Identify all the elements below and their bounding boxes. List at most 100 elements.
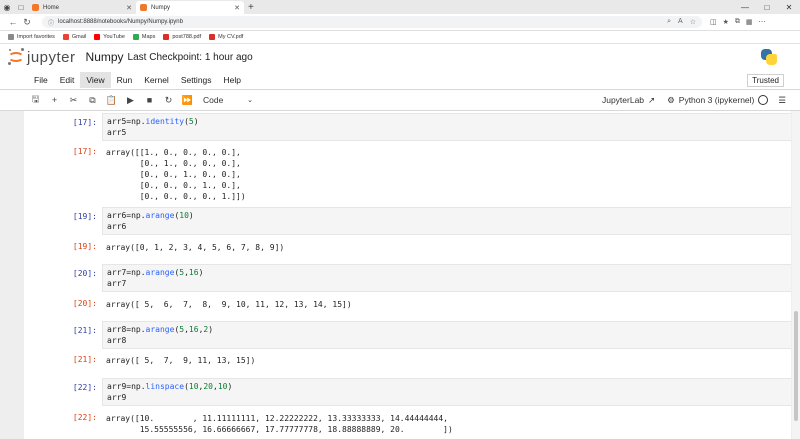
reload-icon[interactable]: ↻: [20, 17, 34, 28]
scrollbar-thumb[interactable]: [794, 311, 798, 421]
code-line: arr7=np.arange(5,16): [107, 268, 204, 277]
menu-lines-icon[interactable]: ☰: [778, 95, 786, 106]
code-input[interactable]: arr6=np.arange(10) arr6: [102, 207, 791, 235]
gear-icon[interactable]: ⚙: [667, 95, 675, 106]
read-aloud-icon[interactable]: A: [678, 18, 683, 26]
fast-forward-icon[interactable]: ⏩: [178, 95, 197, 106]
tab-actions-icon[interactable]: □: [14, 0, 28, 14]
menu-edit[interactable]: Edit: [54, 72, 81, 88]
output-text: array([ 5, 7, 9, 11, 13, 15]): [106, 355, 255, 366]
restart-icon[interactable]: ↻: [159, 95, 178, 106]
address-bar-row: ← ↻ ⓘ localhost:8888/notebooks/Numpy/Num…: [0, 14, 800, 31]
close-window-icon[interactable]: ✕: [778, 3, 800, 12]
add-cell-icon[interactable]: +: [45, 95, 64, 105]
gmail-icon: [62, 34, 69, 40]
jupyter-header: jupyter Numpy Last Checkpoint: 1 hour ag…: [0, 44, 800, 70]
cell-type-select[interactable]: Code ⌄: [203, 95, 253, 105]
youtube-icon: [94, 34, 101, 40]
output-text: array([10. , 11.11111111, 12.22222222, 1…: [106, 413, 453, 435]
tab-title: Home: [43, 4, 60, 11]
favorites-icon[interactable]: ★: [723, 18, 729, 26]
notebook-area: [17]: arr5=np.identity(5) arr5 [17]: arr…: [0, 111, 800, 439]
zoom-icon[interactable]: ⌕: [667, 18, 671, 26]
maximize-icon[interactable]: □: [756, 3, 778, 12]
output-text: array([ 5, 6, 7, 8, 9, 10, 11, 12, 13, 1…: [106, 299, 352, 310]
menu-view[interactable]: View: [80, 72, 111, 88]
jupyter-logo-icon[interactable]: [6, 46, 26, 68]
kernel-name[interactable]: Python 3 (ipykernel): [679, 95, 755, 105]
output-text: array([[1., 0., 0., 0., 0.], [0., 1., 0.…: [106, 147, 246, 202]
info-icon[interactable]: ⓘ: [48, 18, 54, 27]
plus-icon[interactable]: +: [248, 2, 254, 13]
favorites-bar: Import favorites Gmail YouTube Maps post…: [0, 31, 800, 44]
collections-icon[interactable]: ⧉: [735, 18, 740, 26]
save-icon[interactable]: 🖫: [26, 92, 45, 108]
output-line: [0., 1., 0., 0., 0.],: [106, 159, 241, 168]
code-line: arr6=np.arange(10): [107, 211, 194, 220]
output-line: [0., 0., 0., 0., 1.]]): [106, 192, 246, 201]
trusted-badge[interactable]: Trusted: [747, 73, 784, 87]
favorite-cv[interactable]: My CV.pdf: [209, 34, 243, 40]
back-icon[interactable]: ←: [6, 17, 20, 27]
more-icon[interactable]: ⋯: [759, 18, 766, 26]
favorite-label: Import favorites: [17, 34, 55, 40]
menu-bar: File Edit View Run Kernel Settings Help …: [0, 71, 800, 90]
favorite-youtube[interactable]: YouTube: [94, 34, 125, 40]
menu-run[interactable]: Run: [111, 72, 139, 88]
input-prompt: [20]:: [72, 269, 97, 278]
output-line: array([0, 1, 2, 3, 4, 5, 6, 7, 8, 9]): [106, 243, 285, 252]
favorite-gmail[interactable]: Gmail: [62, 34, 87, 40]
code-line: arr8=np.arange(5,16,2): [107, 325, 214, 334]
notebook-page[interactable]: [17]: arr5=np.identity(5) arr5 [17]: arr…: [24, 111, 791, 439]
run-icon[interactable]: ▶: [121, 95, 140, 106]
code-input[interactable]: arr9=np.linspace(10,20,10) arr9: [102, 378, 791, 406]
close-icon[interactable]: ✕: [126, 4, 132, 12]
pdf-icon: [209, 34, 216, 40]
profile-icon[interactable]: ◉: [0, 0, 14, 14]
browser-tab-home[interactable]: Home ✕: [28, 1, 136, 14]
maps-icon: [132, 34, 139, 40]
menu-settings[interactable]: Settings: [175, 72, 218, 88]
favorite-label: YouTube: [103, 34, 125, 40]
jupyterlab-link[interactable]: JupyterLab: [602, 95, 644, 105]
favorite-maps[interactable]: Maps: [132, 34, 156, 40]
stop-icon[interactable]: ■: [140, 95, 159, 105]
favorite-label: Gmail: [71, 34, 87, 40]
code-line: arr9: [107, 393, 127, 402]
input-prompt: [21]:: [72, 326, 97, 335]
code-line: arr8: [107, 336, 127, 345]
kernel-status-icon: [758, 95, 769, 105]
output-line: array([[1., 0., 0., 0., 0.],: [106, 148, 241, 157]
favorite-star-icon[interactable]: ☆: [690, 18, 696, 26]
external-link-icon[interactable]: ↗: [648, 95, 655, 106]
favorite-post788[interactable]: post788.pdf: [163, 34, 201, 40]
notebook-scrollbar[interactable]: [792, 111, 800, 439]
checkpoint-status: Last Checkpoint: 1 hour ago: [127, 51, 253, 63]
code-input[interactable]: arr7=np.arange(5,16) arr7: [102, 264, 791, 292]
favorite-label: Maps: [141, 34, 156, 40]
cell-type-value: Code: [203, 95, 224, 105]
copy-icon[interactable]: ⧉: [83, 95, 102, 106]
code-input[interactable]: arr8=np.arange(5,16,2) arr8: [102, 321, 791, 349]
notebook-name[interactable]: Numpy: [86, 50, 124, 64]
browser-tab-numpy[interactable]: Numpy ✕: [136, 1, 244, 14]
menu-kernel[interactable]: Kernel: [138, 72, 175, 88]
extensions-icon[interactable]: ▦: [746, 18, 753, 26]
close-icon[interactable]: ✕: [234, 4, 240, 12]
output-line: array([10. , 11.11111111, 12.22222222, 1…: [106, 414, 448, 423]
paste-icon[interactable]: 📋: [102, 95, 121, 106]
code-line: arr9=np.linspace(10,20,10): [107, 382, 233, 391]
menu-help[interactable]: Help: [218, 72, 247, 88]
minimize-icon[interactable]: —: [734, 3, 756, 12]
input-prompt: [19]:: [72, 212, 97, 221]
favorite-import[interactable]: Import favorites: [8, 34, 55, 40]
code-input[interactable]: arr5=np.identity(5) arr5: [102, 113, 791, 141]
jupyter-brand[interactable]: jupyter: [27, 49, 76, 66]
code-line: arr5=np.identity(5): [107, 117, 199, 126]
cut-icon[interactable]: ✂: [64, 95, 83, 106]
split-screen-icon[interactable]: ◫: [710, 18, 717, 26]
url-input[interactable]: ⓘ localhost:8888/notebooks/Numpy/Numpy.i…: [42, 16, 702, 28]
menu-file[interactable]: File: [28, 72, 54, 88]
tab-title: Numpy: [151, 4, 171, 11]
browser-tab-bar: ◉ □ Home ✕ Numpy ✕ + — □ ✕: [0, 0, 800, 14]
